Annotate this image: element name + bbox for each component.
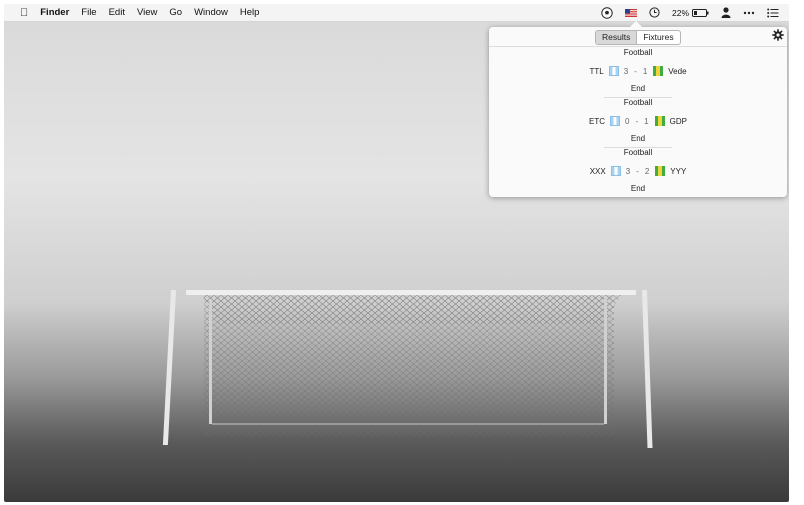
us-flag-icon[interactable]	[619, 4, 643, 21]
away-flag-icon	[655, 166, 666, 176]
tab-fixtures[interactable]: Fixtures	[637, 31, 679, 44]
match-sport: Football	[623, 98, 653, 107]
match-sport: Football	[623, 148, 653, 157]
match-status: End	[630, 84, 646, 93]
away-flag-icon	[653, 66, 664, 76]
away-team: GDP	[669, 116, 687, 126]
match-status: End	[630, 184, 646, 193]
battery-percent: 22%	[671, 7, 689, 18]
user-icon[interactable]	[715, 4, 737, 21]
battery-icon	[692, 8, 709, 17]
menu-view[interactable]: View	[131, 4, 163, 21]
home-score: 0	[625, 116, 631, 126]
clock-icon[interactable]	[643, 4, 666, 21]
soccer-goal	[162, 290, 653, 448]
menu-help[interactable]: Help	[234, 4, 266, 21]
home-score: 3	[625, 166, 632, 176]
list-icon[interactable]	[761, 4, 785, 21]
away-score: 1	[644, 116, 650, 126]
desktop:  Finder File Edit View Go Window Help 2…	[4, 4, 789, 502]
away-team: Vede	[668, 66, 687, 76]
results-popover: Results Fixtures Football TTL 3 - 1 Vede…	[489, 21, 787, 197]
match-row: Football TTL 3 - 1 Vede End	[489, 47, 787, 97]
home-team: ETC	[589, 116, 606, 126]
menu-bar:  Finder File Edit View Go Window Help 2…	[4, 4, 789, 22]
match-row: Football ETC 0 - 1 GDP End	[489, 97, 787, 147]
away-score: 1	[642, 66, 649, 76]
more-icon[interactable]	[737, 4, 761, 21]
tab-results[interactable]: Results	[596, 31, 638, 44]
home-team: TTL	[589, 66, 604, 76]
home-flag-icon	[610, 166, 621, 176]
home-flag-icon	[608, 66, 619, 76]
gear-icon[interactable]	[772, 29, 784, 41]
match-status: End	[630, 134, 646, 143]
battery-status[interactable]: 22%	[666, 4, 715, 21]
menu-finder[interactable]: Finder	[34, 4, 75, 21]
score-separator: -	[635, 116, 640, 126]
score-separator: -	[634, 66, 638, 76]
away-flag-icon	[654, 116, 665, 126]
menu-window[interactable]: Window	[188, 4, 234, 21]
menu-go[interactable]: Go	[163, 4, 188, 21]
away-score: 2	[644, 166, 651, 176]
popover-arrow	[630, 21, 642, 27]
home-flag-icon	[610, 116, 621, 126]
score-separator: -	[636, 166, 640, 176]
apple-icon[interactable]: 	[14, 4, 34, 21]
away-team: YYY	[670, 166, 687, 176]
soccer-ball-icon[interactable]	[595, 4, 619, 21]
results-fixtures-toggle: Results Fixtures	[595, 30, 681, 45]
home-score: 3	[623, 66, 630, 76]
home-team: XXX	[589, 166, 606, 176]
match-sport: Football	[623, 48, 653, 57]
menu-file[interactable]: File	[75, 4, 102, 21]
match-row: Football XXX 3 - 2 YYY End	[489, 147, 787, 197]
menu-edit[interactable]: Edit	[103, 4, 131, 21]
